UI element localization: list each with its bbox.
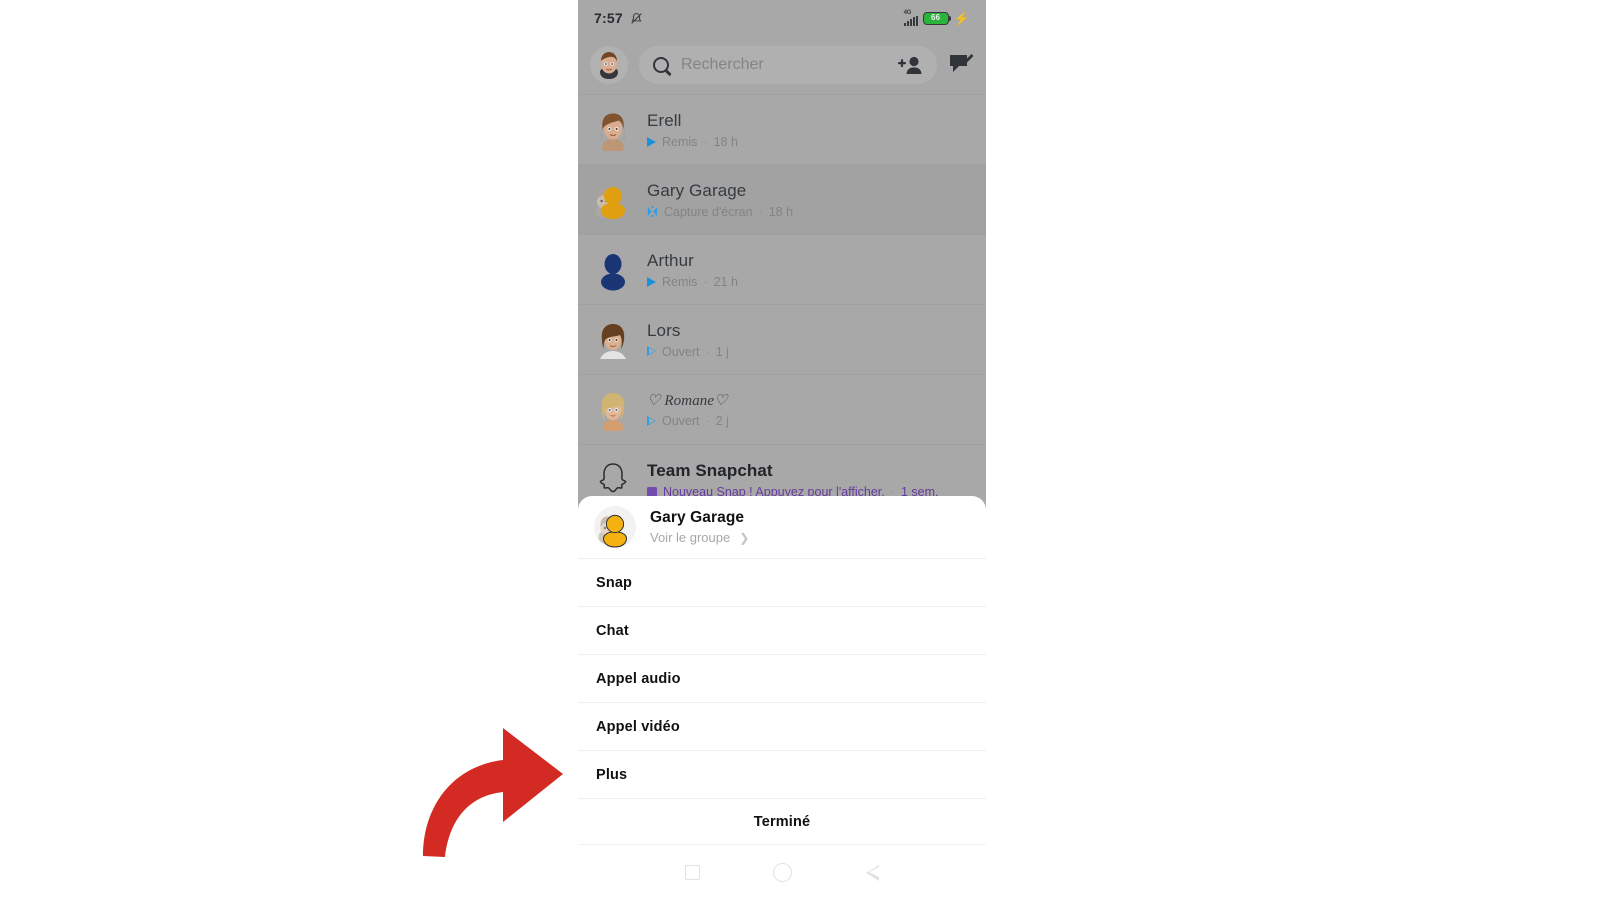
chat-timestamp: 21 h — [713, 274, 738, 289]
chat-status: Remis · 21 h — [647, 275, 738, 289]
cellular-signal-icon: 4G — [903, 10, 918, 26]
status-bar-left: 7:57 — [594, 10, 643, 26]
battery-percent-label: 66 — [930, 13, 941, 22]
chat-status: Capture d'écran · 18 h — [647, 205, 793, 219]
separator-dot: · — [705, 344, 710, 359]
avatar-erell — [592, 109, 634, 155]
default-avatar-arthur — [592, 249, 634, 291]
android-nav-bar — [578, 844, 986, 900]
bell-mute-icon — [630, 12, 643, 25]
separator-dot: · — [703, 274, 708, 289]
battery-icon: 66 — [922, 11, 952, 25]
avatar-romane — [592, 389, 634, 434]
status-bar: 7:57 4G 66 ⚡ — [578, 0, 986, 36]
chat-row-lors[interactable]: Lors Ouvert · 1 j — [578, 304, 986, 374]
search-bar[interactable]: Rechercher — [639, 46, 937, 84]
action-sheet: Gary Garage Voir le groupe ❯ Snap Chat A… — [578, 496, 986, 844]
chat-list: Erell Remis · 18 h Gary Garage Capture d… — [578, 94, 986, 514]
chat-name: Arthur — [647, 250, 694, 270]
chat-name: Gary Garage — [647, 180, 747, 200]
search-icon — [653, 57, 669, 73]
action-sheet-item-appel-audio[interactable]: Appel audio — [578, 654, 986, 702]
chat-row-erell[interactable]: Erell Remis · 18 h — [578, 94, 986, 164]
curved-red-arrow-icon — [415, 710, 575, 860]
circle-home-icon[interactable] — [773, 863, 793, 882]
screenshot-canvas: 7:57 4G 66 ⚡ Rechercher Erell Remis · 18… — [0, 0, 1600, 900]
triangle-back-icon[interactable] — [866, 864, 880, 881]
chat-row-text: Arthur Remis · 21 h — [647, 251, 738, 289]
chat-row-arthur[interactable]: Arthur Remis · 21 h — [578, 234, 986, 304]
contact-name: Gary Garage — [650, 509, 745, 526]
new-chat-icon[interactable] — [948, 53, 974, 77]
chat-status: Ouvert · 2 j — [647, 414, 729, 428]
search-input[interactable]: Rechercher — [681, 56, 764, 74]
group-avatar-gary-garage — [592, 179, 634, 221]
top-header: Rechercher — [578, 36, 986, 94]
action-sheet-identity: Gary Garage Voir le groupe ❯ — [650, 509, 749, 545]
separator-dot: · — [705, 414, 710, 428]
chat-timestamp: 18 h — [713, 134, 738, 149]
avatar-lors — [592, 319, 634, 361]
chat-name: Erell — [647, 110, 682, 130]
add-friend-icon[interactable] — [897, 55, 923, 75]
group-avatar-gary-garage — [594, 506, 636, 548]
chat-status-label: Remis — [662, 134, 698, 149]
chat-status-label: Ouvert — [662, 344, 700, 359]
chat-row-romane[interactable]: ♡ Romane♡ Ouvert · 2 j — [578, 374, 986, 444]
status-bar-right: 4G 66 ⚡ — [903, 10, 970, 26]
separator-dot: · — [758, 204, 763, 219]
chat-row-text: Gary Garage Capture d'écran · 18 h — [647, 181, 793, 219]
chat-row-text: Team Snapchat Nouveau Snap ! Appuyez pou… — [647, 461, 938, 499]
phone-screen: 7:57 4G 66 ⚡ Rechercher Erell Remis · 18… — [578, 0, 986, 900]
snap-sent-filled-icon — [647, 276, 656, 287]
chat-status: Ouvert · 1 j — [647, 345, 729, 359]
charging-bolt-icon: ⚡ — [953, 10, 970, 26]
square-recents-icon[interactable] — [684, 865, 700, 880]
new-snap-purple-square-icon — [647, 486, 657, 497]
snap-opened-outline-icon — [647, 415, 656, 426]
action-sheet-item-snap[interactable]: Snap — [578, 558, 986, 606]
chat-status-label: Ouvert — [662, 414, 700, 428]
chat-status-label: Remis — [662, 274, 698, 289]
chat-status-label: Capture d'écran — [664, 204, 753, 219]
action-sheet-item-chat[interactable]: Chat — [578, 606, 986, 654]
chat-status: Remis · 18 h — [647, 135, 738, 149]
snap-opened-outline-icon — [647, 346, 656, 357]
chat-row-text: Erell Remis · 18 h — [647, 111, 738, 149]
snap-sent-filled-icon — [647, 136, 656, 147]
chevron-right-icon: ❯ — [739, 530, 750, 545]
chat-timestamp: 18 h — [768, 204, 794, 219]
chat-timestamp: 1 j — [715, 344, 729, 359]
chat-row-text: Lors Ouvert · 1 j — [647, 321, 729, 359]
snapchat-ghost-avatar — [592, 459, 634, 501]
chat-timestamp: 2 j — [715, 414, 729, 428]
chat-name: Lors — [647, 320, 681, 340]
chat-name: ♡ Romane♡ — [647, 393, 728, 409]
screenshot-icon — [647, 206, 658, 217]
status-bar-time: 7:57 — [594, 10, 623, 26]
chat-name: Team Snapchat — [647, 460, 773, 480]
separator-dot: · — [703, 134, 708, 149]
chat-row-gary-garage[interactable]: Gary Garage Capture d'écran · 18 h — [578, 164, 986, 234]
chat-row-text: ♡ Romane♡ Ouvert · 2 j — [647, 391, 729, 428]
action-sheet-item-plus[interactable]: Plus — [578, 750, 986, 798]
action-sheet-item-appel-video[interactable]: Appel vidéo — [578, 702, 986, 750]
my-bitmoji-avatar[interactable] — [590, 46, 628, 84]
action-sheet-header: Gary Garage Voir le groupe ❯ — [578, 496, 986, 558]
action-sheet-done-button[interactable]: Terminé — [578, 798, 986, 844]
view-group-link[interactable]: Voir le groupe ❯ — [650, 530, 749, 545]
view-group-label: Voir le groupe — [650, 530, 731, 545]
